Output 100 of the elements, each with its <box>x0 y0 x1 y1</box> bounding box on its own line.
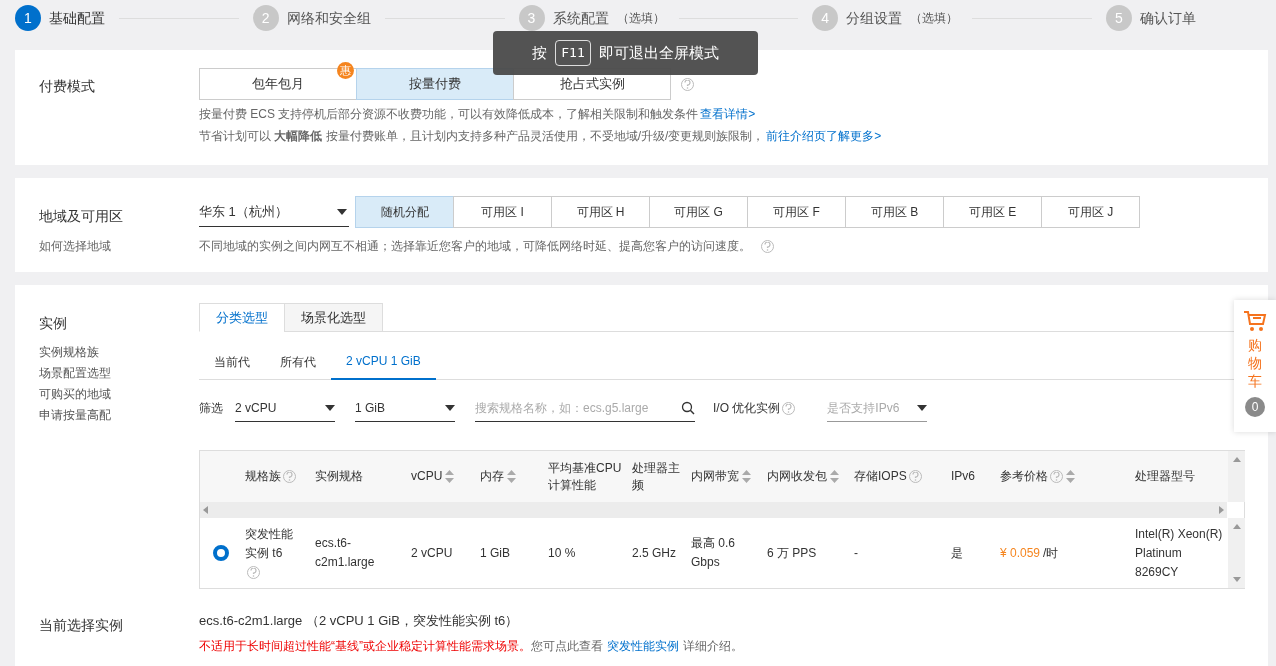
region-help-link[interactable]: 如何选择地域 <box>39 237 199 255</box>
help-icon[interactable] <box>761 239 774 253</box>
radio-button[interactable] <box>213 545 229 561</box>
sort-icon[interactable] <box>830 470 839 483</box>
column-header: vCPU <box>411 468 443 485</box>
sort-icon[interactable] <box>742 470 751 483</box>
zone-option[interactable]: 可用区 J <box>1041 196 1140 228</box>
horizontal-scrollbar[interactable] <box>200 502 1227 518</box>
step-label[interactable]: 基础配置 <box>49 7 105 29</box>
table-cell-text: 6 万 PPS <box>767 544 818 562</box>
column-header: 存储IOPS <box>854 468 907 485</box>
zone-option[interactable]: 可用区 E <box>943 196 1042 228</box>
column-header: 内网带宽 <box>691 468 739 485</box>
generation-tab[interactable]: 当前代 <box>199 344 265 380</box>
sidebar-link[interactable]: 实例规格族 <box>39 342 199 363</box>
column-header: IPv6 <box>951 468 975 485</box>
region-select[interactable]: 华东 1（杭州） <box>199 197 349 227</box>
scroll-left-icon[interactable] <box>203 506 208 514</box>
help-icon[interactable] <box>283 470 296 483</box>
table-cell-text: 2 vCPU <box>411 544 453 562</box>
step-label[interactable]: 网络和安全组 <box>286 7 371 29</box>
zone-option[interactable]: 可用区 G <box>649 196 748 228</box>
table-cell: 突发性能实例 t6 <box>245 524 297 582</box>
table-cell-text: 最高 0.6 Gbps <box>691 535 736 571</box>
dropdown-caret-icon <box>325 404 335 411</box>
key-label: F11 <box>555 40 591 66</box>
table-cell-text: Intel(R) Xeon(R) Platinum 8269CY <box>1135 525 1224 581</box>
table-cell-text: - <box>854 544 858 562</box>
section-label: 付费模式 <box>39 77 96 96</box>
table-cell-text: ecs.t6-c2m1.large <box>315 535 376 571</box>
zone-option[interactable]: 随机分配 <box>355 196 454 228</box>
step-label[interactable]: 确认订单 <box>1140 7 1196 29</box>
step-label[interactable]: 分组设置 <box>846 7 903 29</box>
note-text: 按量付费 ECS 支持停机后部分资源不收费功能，可以有效降低成本，了解相关限制和触发条件 <box>199 107 699 121</box>
scroll-arrow-icon[interactable] <box>1232 457 1241 462</box>
section-label: 地域及可用区 <box>39 207 124 226</box>
help-icon[interactable] <box>247 565 260 579</box>
tab[interactable]: 分类选型 <box>199 303 285 332</box>
sidebar-link[interactable]: 场景配置选型 <box>39 363 199 384</box>
table-cell-text: 1 GiB <box>480 544 510 562</box>
table-cell-text: 10 % <box>548 544 576 562</box>
note-text: 节省计划可以 大幅降低 按量付费账单，且计划内支持多种产品灵活使用，不受地域/升级/变更规则族限制， <box>199 129 765 143</box>
search-icon[interactable] <box>681 400 695 415</box>
discount-badge: 惠 <box>337 62 354 79</box>
price-unit: /时 <box>1043 545 1059 562</box>
sidebar-link[interactable]: 申请按量高配 <box>39 405 199 426</box>
table-cell-text: 是 <box>951 544 963 562</box>
section-label: 当前选择实例 <box>39 616 124 635</box>
column-header: 平均基准CPU计算性能 <box>548 459 623 494</box>
step-label[interactable]: 系统配置 <box>552 7 609 29</box>
zone-option[interactable]: 可用区 B <box>845 196 944 228</box>
tab[interactable]: 场景化选型 <box>284 303 383 332</box>
billing-option[interactable]: 按量付费 <box>356 68 514 100</box>
column-header: 实例规格 <box>315 468 363 485</box>
table-cell-text: 2.5 GHz <box>632 544 677 562</box>
filter-select[interactable]: 1 GiB <box>355 394 455 422</box>
dropdown-caret-icon <box>445 404 455 411</box>
cart-label: 购物车 <box>1248 336 1262 391</box>
sort-icon[interactable] <box>1066 470 1075 483</box>
column-header: 内网收发包 <box>767 468 827 485</box>
step-note: （选填） <box>616 10 665 27</box>
detail-link[interactable]: 查看详情> <box>700 107 756 121</box>
sidebar-link[interactable]: 可购买的地域 <box>39 384 199 405</box>
help-icon[interactable] <box>1050 470 1063 483</box>
hint-text: 您可点此查看 <box>531 638 603 653</box>
dropdown-caret-icon <box>337 208 347 215</box>
column-header: 处理器主频 <box>632 459 681 494</box>
scroll-arrow-icon[interactable] <box>1232 524 1241 529</box>
column-header: 规格族 <box>245 468 281 485</box>
section-label: 实例 <box>39 314 68 333</box>
step-number[interactable]: 1 <box>15 5 41 31</box>
filter-select[interactable]: 2 vCPU <box>235 394 335 422</box>
zone-option[interactable]: 可用区 F <box>747 196 846 228</box>
hint-text: 详细介绍。 <box>683 638 743 653</box>
column-header: 参考价格 <box>1000 468 1048 485</box>
region-note: 不同地域的实例之间内网互不相通；选择靠近您客户的地域，可降低网络时延、提高您客户的访问速度。 <box>199 238 751 255</box>
cart-icon <box>1243 310 1267 332</box>
generation-tab[interactable]: 所有代 <box>265 344 331 380</box>
zone-option[interactable]: 可用区 I <box>453 196 552 228</box>
step-note: （选填） <box>910 10 959 27</box>
zone-option[interactable]: 可用区 H <box>551 196 650 228</box>
filter-label: I/O 优化实例 <box>713 400 781 417</box>
price-text: ¥ 0.059 <box>1000 545 1041 562</box>
sort-icon[interactable] <box>507 470 516 483</box>
dropdown-caret-icon <box>917 404 928 411</box>
scroll-arrow-icon[interactable] <box>1232 577 1241 582</box>
help-icon[interactable] <box>681 77 694 91</box>
fullscreen-toast: 按 F11 即可退出全屏模式 <box>493 31 758 75</box>
column-header: 处理器型号 <box>1135 468 1195 485</box>
selected-instance-text: ecs.t6-c2m1.large （2 vCPU 1 GiB，突发性能实例 t6） <box>199 612 520 630</box>
search-field[interactable]: 搜索规格名称，如：ecs.g5.large <box>475 394 695 422</box>
cart-count-badge: 0 <box>1245 396 1265 417</box>
warning-text: 不适用于长时间超过性能“基线”或企业稳定计算性能需求场景。 <box>199 638 531 653</box>
column-header: 内存 <box>480 468 504 485</box>
filter-label: 筛选 <box>199 400 223 417</box>
detail-link[interactable]: 前往介绍页了解更多> <box>766 129 882 143</box>
scroll-right-icon[interactable] <box>1219 506 1224 514</box>
sort-icon[interactable] <box>445 470 455 483</box>
generation-tab[interactable]: 2 vCPU 1 GiB <box>331 344 436 380</box>
detail-link[interactable]: 突发性能实例 <box>607 638 679 653</box>
